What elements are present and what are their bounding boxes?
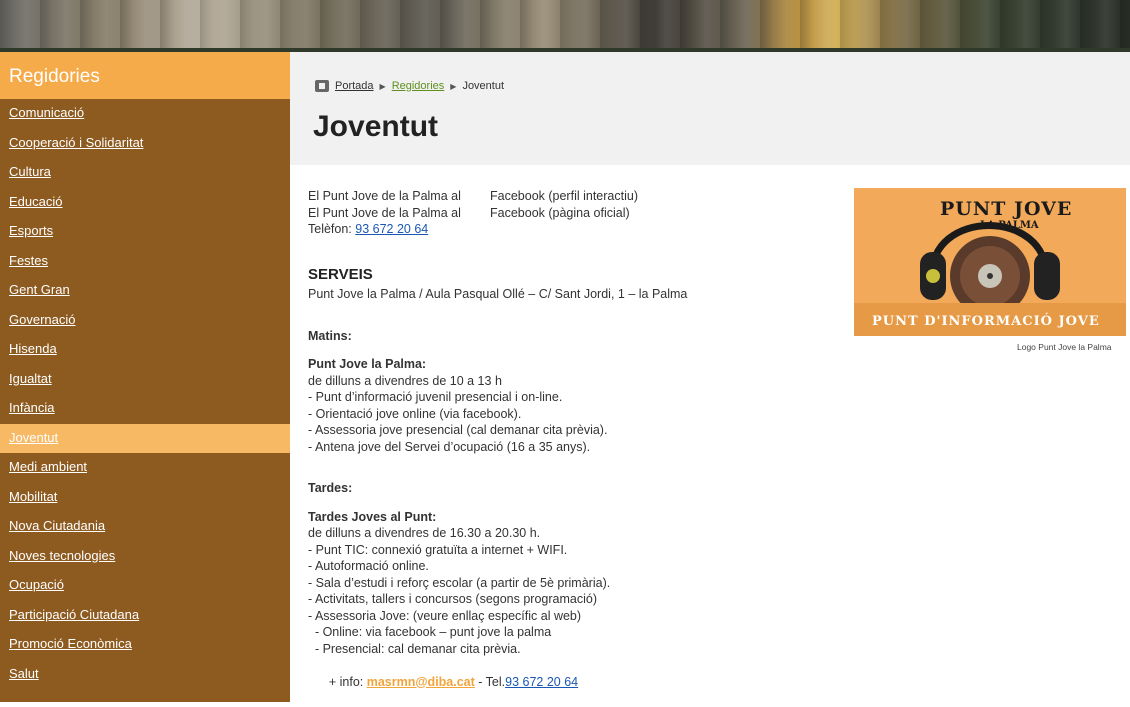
sidebar-item-label[interactable]: Educació [9, 194, 62, 209]
facebook-profile-prefix: El Punt Jove de la Palma al [308, 189, 461, 203]
sidebar-item-cooperacio[interactable]: Cooperació i Solidaritat [0, 129, 290, 159]
mornings-title: Punt Jove la Palma: [308, 357, 427, 371]
sidebar-item-label[interactable]: Joventut [9, 430, 58, 445]
logo-caption: Logo Punt Jove la Palma [1017, 342, 1112, 352]
sidebar-menu: Comunicació Cooperació i Solidaritat Cul… [0, 99, 290, 689]
facebook-page-row: El Punt Jove de la Palma al Facebook (pà… [308, 205, 828, 222]
breadcrumb-section-link[interactable]: Regidories [392, 80, 445, 92]
page-header: Portada ▶ Regidories ▶ Joventut Joventut [290, 52, 1130, 165]
sidebar-item-label[interactable]: Medi ambient [9, 459, 87, 474]
sidebar-item-hisenda[interactable]: Hisenda [0, 335, 290, 365]
phone-label: Telèfon: [308, 222, 356, 236]
main-content: El Punt Jove de la Palma al Facebook (pe… [308, 188, 828, 707]
sidebar-item-label[interactable]: Hisenda [9, 341, 57, 356]
info-email-link[interactable]: masrmn@diba.cat [367, 675, 475, 689]
phone-row: Telèfon: 93 672 20 64 [308, 221, 828, 238]
logo-subtitle: LA PALMA [980, 220, 1039, 231]
breadcrumb-separator-icon: ▶ [450, 81, 457, 91]
info-tel-label: - Tel. [474, 674, 506, 689]
logo-title: PUNT JOVE [940, 198, 1073, 220]
sidebar-title: Regidories [0, 52, 290, 99]
sidebar-item-label[interactable]: Cultura [9, 164, 51, 179]
sidebar-item-label[interactable]: Gent Gran [9, 282, 70, 297]
sidebar-item-label[interactable]: Participació Ciutadana [9, 607, 139, 622]
sidebar-item-educacio[interactable]: Educació [0, 188, 290, 218]
page-title: Joventut [313, 110, 439, 143]
sidebar-item-label[interactable]: Esports [9, 223, 53, 238]
sidebar-item-label[interactable]: Cooperació i Solidaritat [9, 135, 143, 150]
sidebar-item-promocio[interactable]: Promoció Econòmica [0, 630, 290, 660]
sidebar-item-esports[interactable]: Esports [0, 217, 290, 247]
mornings-item: - Punt d’informació juvenil presencial i… [308, 390, 563, 404]
sidebar-item-mobilitat[interactable]: Mobilitat [0, 483, 290, 513]
sidebar-item-label[interactable]: Promoció Econòmica [9, 636, 132, 651]
logo-band-text: PUNT D'INFORMACIÓ JOVE [872, 314, 1100, 329]
afternoons-heading: Tardes: [308, 481, 353, 495]
sidebar-item-igualtat[interactable]: Igualtat [0, 365, 290, 395]
sidebar: Regidories Comunicació Cooperació i Soli… [0, 52, 290, 702]
afternoons-item: - Autoformació online. [308, 559, 429, 573]
facebook-page-link[interactable]: Facebook (pàgina oficial) [490, 205, 630, 222]
breadcrumb: Portada ▶ Regidories ▶ Joventut [315, 80, 504, 92]
sidebar-item-joventut[interactable]: Joventut [0, 423, 290, 453]
sidebar-item-comunicacio[interactable]: Comunicació [0, 99, 290, 129]
sidebar-item-nova-ciutadania[interactable]: Nova Ciutadania [0, 512, 290, 542]
afternoons-item: - Assessoria Jove: (veure enllaç específ… [308, 608, 582, 623]
sidebar-item-governacio[interactable]: Governació [0, 306, 290, 336]
afternoons-item: - Presencial: cal demanar cita prèvia. [308, 641, 521, 656]
sidebar-item-label[interactable]: Nova Ciutadania [9, 518, 105, 533]
info-tel-link[interactable]: 93 672 20 64 [505, 675, 578, 689]
breadcrumb-separator-icon: ▶ [379, 81, 386, 91]
sidebar-item-label[interactable]: Governació [9, 312, 75, 327]
info-row: + info: masrmn@diba.cat - Tel.93 672 20 … [308, 657, 828, 707]
mornings-hours: de dilluns a divendres de 10 a 13 h [308, 373, 502, 388]
sidebar-item-noves-tecnologies[interactable]: Noves tecnologies [0, 542, 290, 572]
afternoons-item: - Sala d’estudi i reforç escolar (a part… [308, 575, 611, 590]
sidebar-item-gent-gran[interactable]: Gent Gran [0, 276, 290, 306]
mornings-item: - Orientació jove online (via facebook). [308, 406, 522, 421]
sidebar-item-salut[interactable]: Salut [0, 660, 290, 690]
sidebar-item-label[interactable]: Mobilitat [9, 489, 57, 504]
mornings-item: - Assessoria jove presencial (cal demana… [308, 423, 608, 437]
facebook-profile-link[interactable]: Facebook (perfil interactiu) [490, 188, 638, 205]
sidebar-item-infancia[interactable]: Infància [0, 394, 290, 424]
mornings-item: - Antena jove del Servei d’ocupació (16 … [308, 439, 591, 454]
facebook-page-prefix: El Punt Jove de la Palma al [308, 205, 461, 220]
punt-jove-logo: PUNT JOVE LA PALMA PUNT D'INFORMACIÓ JOV… [854, 188, 1126, 336]
afternoons-hours: de dilluns a divendres de 16.30 a 20.30 … [308, 526, 541, 540]
afternoons-item: - Activitats, tallers i concursos (segon… [308, 592, 597, 606]
serveis-address: Punt Jove la Palma / Aula Pasqual Ollé –… [308, 287, 688, 301]
breadcrumb-home-link[interactable]: Portada [335, 80, 374, 92]
home-icon[interactable] [315, 80, 329, 92]
sidebar-item-festes[interactable]: Festes [0, 247, 290, 277]
sidebar-item-label[interactable]: Noves tecnologies [9, 548, 115, 563]
sidebar-item-label[interactable]: Comunicació [9, 105, 84, 120]
sidebar-item-label[interactable]: Salut [9, 666, 39, 681]
afternoons-item: - Punt TIC: connexió gratuïta a internet… [308, 542, 568, 557]
banner-shading [0, 0, 1130, 52]
sidebar-item-cultura[interactable]: Cultura [0, 158, 290, 188]
sidebar-item-label[interactable]: Ocupació [9, 577, 64, 592]
facebook-profile-row: El Punt Jove de la Palma al Facebook (pe… [308, 188, 828, 205]
serveis-heading: SERVEIS [308, 265, 373, 283]
sidebar-item-label[interactable]: Igualtat [9, 371, 52, 386]
breadcrumb-current: Joventut [462, 80, 505, 92]
sidebar-item-label[interactable]: Festes [9, 253, 48, 268]
info-prefix: + info: [321, 674, 367, 689]
sidebar-item-ocupacio[interactable]: Ocupació [0, 571, 290, 601]
afternoons-title: Tardes Joves al Punt: [308, 509, 437, 524]
sidebar-item-label[interactable]: Infància [9, 400, 55, 415]
afternoons-item: - Online: via facebook – punt jove la pa… [308, 625, 552, 639]
sidebar-item-medi-ambient[interactable]: Medi ambient [0, 453, 290, 483]
sidebar-item-participacio[interactable]: Participació Ciutadana [0, 601, 290, 631]
phone-link[interactable]: 93 672 20 64 [355, 222, 428, 236]
mornings-heading: Matins: [308, 328, 352, 343]
